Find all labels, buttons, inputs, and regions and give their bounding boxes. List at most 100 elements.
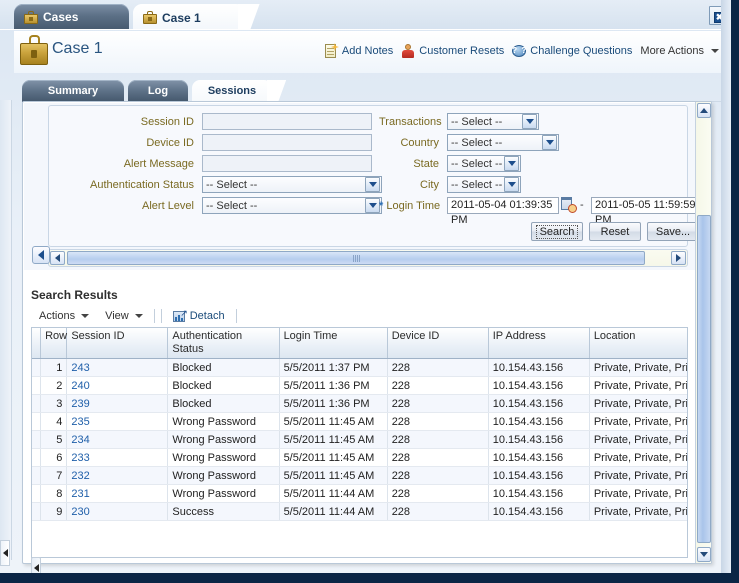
top-tab-cases[interactable]: Cases (14, 4, 129, 30)
reset-button[interactable]: Reset (589, 222, 641, 241)
select-country[interactable]: -- Select -- (447, 134, 559, 151)
select-transactions[interactable]: -- Select -- (447, 113, 539, 130)
cell-row-number: 3 (40, 394, 68, 413)
cell-ip: 10.154.43.156 (488, 394, 590, 413)
cell-row-number: 4 (40, 412, 68, 431)
chevron-down-icon (542, 135, 557, 150)
search-button[interactable]: Search (531, 222, 583, 241)
cell-auth-status: Wrong Password (167, 466, 280, 485)
row-handle[interactable] (32, 376, 42, 395)
session-id-link[interactable]: 239 (71, 398, 89, 410)
table-row[interactable]: 7 232 Wrong Password 5/5/2011 11:45 AM 228 10… (32, 466, 687, 485)
session-id-link[interactable]: 240 (71, 380, 89, 392)
search-input-session-id[interactable] (202, 113, 372, 130)
session-id-link[interactable]: 234 (71, 434, 89, 446)
select-transactions-value: -- Select -- (451, 115, 503, 128)
column-header-device-id[interactable]: Device ID (387, 328, 489, 359)
customer-resets-button[interactable]: Customer Resets (401, 44, 504, 58)
column-header-ip-address[interactable]: IP Address (488, 328, 590, 359)
cell-session-id[interactable]: 232 (66, 466, 169, 485)
column-header-login-time[interactable]: Login Time (279, 328, 388, 359)
sessions-content-panel: Session ID Device ID Alert Message Authe… (22, 101, 712, 579)
table-row[interactable]: 4 235 Wrong Password 5/5/2011 11:45 AM 228 10… (32, 412, 687, 431)
select-authentication-status[interactable]: -- Select -- (202, 176, 382, 193)
cell-session-id[interactable]: 231 (66, 484, 169, 503)
scroll-left-button[interactable] (50, 251, 65, 265)
table-row[interactable]: 5 234 Wrong Password 5/5/2011 11:45 AM 228 10… (32, 430, 687, 449)
row-handle[interactable] (32, 502, 42, 521)
table-row[interactable]: 2 240 Blocked 5/5/2011 1:36 PM 228 10.154.43.… (32, 376, 687, 395)
cell-location: Private, Private, Priva (589, 394, 687, 413)
table-row[interactable]: 9 230 Success 5/5/2011 11:44 AM 228 10.154.43… (32, 502, 687, 521)
session-id-link[interactable]: 235 (71, 416, 89, 428)
more-actions-menu[interactable]: More Actions (640, 45, 719, 57)
scroll-right-button[interactable] (671, 251, 686, 265)
row-handle[interactable] (32, 484, 42, 503)
challenge-questions-button[interactable]: ? ? Challenge Questions (512, 44, 632, 58)
cell-row-number: 5 (40, 430, 68, 449)
select-state[interactable]: -- Select -- (447, 155, 521, 172)
cell-session-id[interactable]: 239 (66, 394, 169, 413)
calendar-clock-icon[interactable] (561, 197, 577, 213)
column-header-location[interactable]: Location (589, 328, 687, 359)
top-tab-case-1[interactable]: Case 1 (133, 4, 245, 30)
tab-strip-underline (0, 29, 739, 30)
cell-session-id[interactable]: 240 (66, 376, 169, 395)
panel-splitter-handle[interactable] (31, 557, 41, 579)
search-input-device-id[interactable] (202, 134, 372, 151)
column-header-auth-status[interactable]: Authentication Status (167, 328, 280, 359)
view-menu[interactable]: View (97, 306, 151, 326)
session-id-link[interactable]: 231 (71, 488, 89, 500)
cell-ip: 10.154.43.156 (488, 466, 590, 485)
input-login-time-to[interactable]: 2011-05-05 11:59:59 PM (591, 197, 695, 226)
tab-log[interactable]: Log (128, 80, 188, 102)
select-alert-level[interactable]: -- Select -- (202, 197, 382, 214)
scroll-up-button[interactable] (697, 103, 711, 118)
panel-vertical-scrollbar[interactable] (695, 102, 711, 563)
toolbar-divider (160, 309, 162, 323)
actions-menu[interactable]: Actions (31, 306, 97, 326)
vertical-scroll-thumb[interactable] (697, 215, 711, 543)
cell-session-id[interactable]: 235 (66, 412, 169, 431)
session-id-link[interactable]: 233 (71, 452, 89, 464)
table-row[interactable]: 8 231 Wrong Password 5/5/2011 11:44 AM 228 10… (32, 484, 687, 503)
tab-sessions[interactable]: Sessions (192, 80, 272, 102)
table-row[interactable]: 1 243 Blocked 5/5/2011 1:37 PM 228 10.154.43.… (32, 358, 687, 377)
session-id-link[interactable]: 230 (71, 506, 89, 518)
scroll-down-button[interactable] (697, 547, 711, 562)
cell-session-id[interactable]: 230 (66, 502, 169, 521)
row-handle[interactable] (32, 358, 42, 377)
row-handle[interactable] (32, 430, 42, 449)
row-handle[interactable] (32, 412, 42, 431)
cell-session-id[interactable]: 243 (66, 358, 169, 377)
session-id-link[interactable]: 232 (71, 470, 89, 482)
more-actions-label: More Actions (640, 45, 704, 57)
save-button[interactable]: Save... (647, 222, 695, 241)
session-id-link[interactable]: 243 (71, 362, 89, 374)
cell-session-id[interactable]: 233 (66, 448, 169, 467)
tab-summary[interactable]: Summary (22, 80, 124, 102)
row-handle[interactable] (32, 448, 42, 467)
add-notes-button[interactable]: Add Notes (324, 43, 393, 58)
detach-button[interactable]: ↗ Detach (165, 306, 233, 326)
column-header-session-id[interactable]: Session ID (66, 328, 169, 359)
cell-ip: 10.154.43.156 (488, 376, 590, 395)
login-time-label-text: Login Time (386, 200, 441, 212)
form-horizontal-scrollbar[interactable] (48, 249, 688, 267)
authentication-status-label: Authentication Status (90, 179, 194, 191)
row-handle[interactable] (32, 466, 42, 485)
field-session-id: Session ID (49, 112, 379, 132)
outer-splitter-handle[interactable] (0, 540, 10, 566)
search-input-alert-message[interactable] (202, 155, 372, 172)
column-header-row[interactable]: Row (40, 328, 68, 359)
collapse-left-panel-button[interactable] (32, 246, 50, 264)
horizontal-scroll-thumb[interactable] (67, 251, 645, 265)
briefcase-icon (24, 10, 38, 24)
top-tab-cases-label: Cases (43, 10, 79, 24)
table-row[interactable]: 6 233 Wrong Password 5/5/2011 11:45 AM 228 10… (32, 448, 687, 467)
select-city[interactable]: -- Select -- (447, 176, 521, 193)
cell-session-id[interactable]: 234 (66, 430, 169, 449)
table-row[interactable]: 3 239 Blocked 5/5/2011 1:36 PM 228 10.154.43.… (32, 394, 687, 413)
input-login-time-from[interactable]: 2011-05-04 01:39:35 PM (447, 197, 559, 226)
row-handle[interactable] (32, 394, 42, 413)
